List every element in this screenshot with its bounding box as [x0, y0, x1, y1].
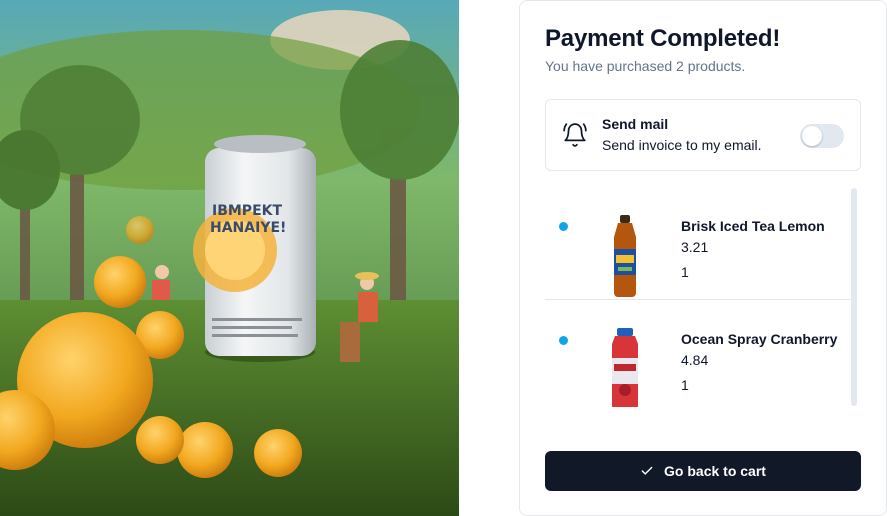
status-dot	[559, 222, 568, 231]
go-back-to-cart-button[interactable]: Go back to cart	[545, 451, 861, 491]
list-item: Ocean Spray Cranberry 4.84 1	[545, 300, 855, 407]
bell-icon	[563, 123, 587, 147]
check-icon	[641, 466, 653, 475]
status-dot	[559, 336, 568, 345]
send-mail-description: Send invoice to my email.	[602, 137, 762, 153]
can-label-line2: HANAIYE!	[210, 220, 286, 236]
can-label-line1: IBMPEKT	[212, 203, 282, 219]
product-name: Brisk Iced Tea Lemon	[681, 218, 825, 234]
product-quantity: 1	[681, 264, 689, 280]
product-price: 4.84	[681, 352, 709, 368]
payment-card: Payment Completed! You have purchased 2 …	[519, 0, 887, 516]
toggle-knob	[802, 126, 822, 146]
product-list-scrollbar[interactable]	[851, 188, 857, 406]
send-mail-panel: Send mail Send invoice to my email.	[545, 99, 861, 171]
send-mail-title: Send mail	[602, 116, 669, 132]
product-list: Brisk Iced Tea Lemon 3.21 1 Ocean Spray …	[545, 187, 861, 407]
product-image-ocean-spray	[612, 328, 638, 407]
product-quantity: 1	[681, 377, 689, 393]
go-back-to-cart-label: Go back to cart	[664, 463, 766, 479]
product-price: 3.21	[681, 239, 709, 255]
product-image-brisk	[614, 215, 636, 297]
hero-image: IBMPEKT HANAIYE!	[0, 0, 459, 516]
list-item: Brisk Iced Tea Lemon 3.21 1	[545, 187, 855, 300]
page-title: Payment Completed!	[545, 25, 781, 52]
product-name: Ocean Spray Cranberry	[681, 331, 838, 347]
send-mail-toggle[interactable]	[800, 124, 844, 148]
page-subtitle: You have purchased 2 products.	[545, 58, 746, 74]
